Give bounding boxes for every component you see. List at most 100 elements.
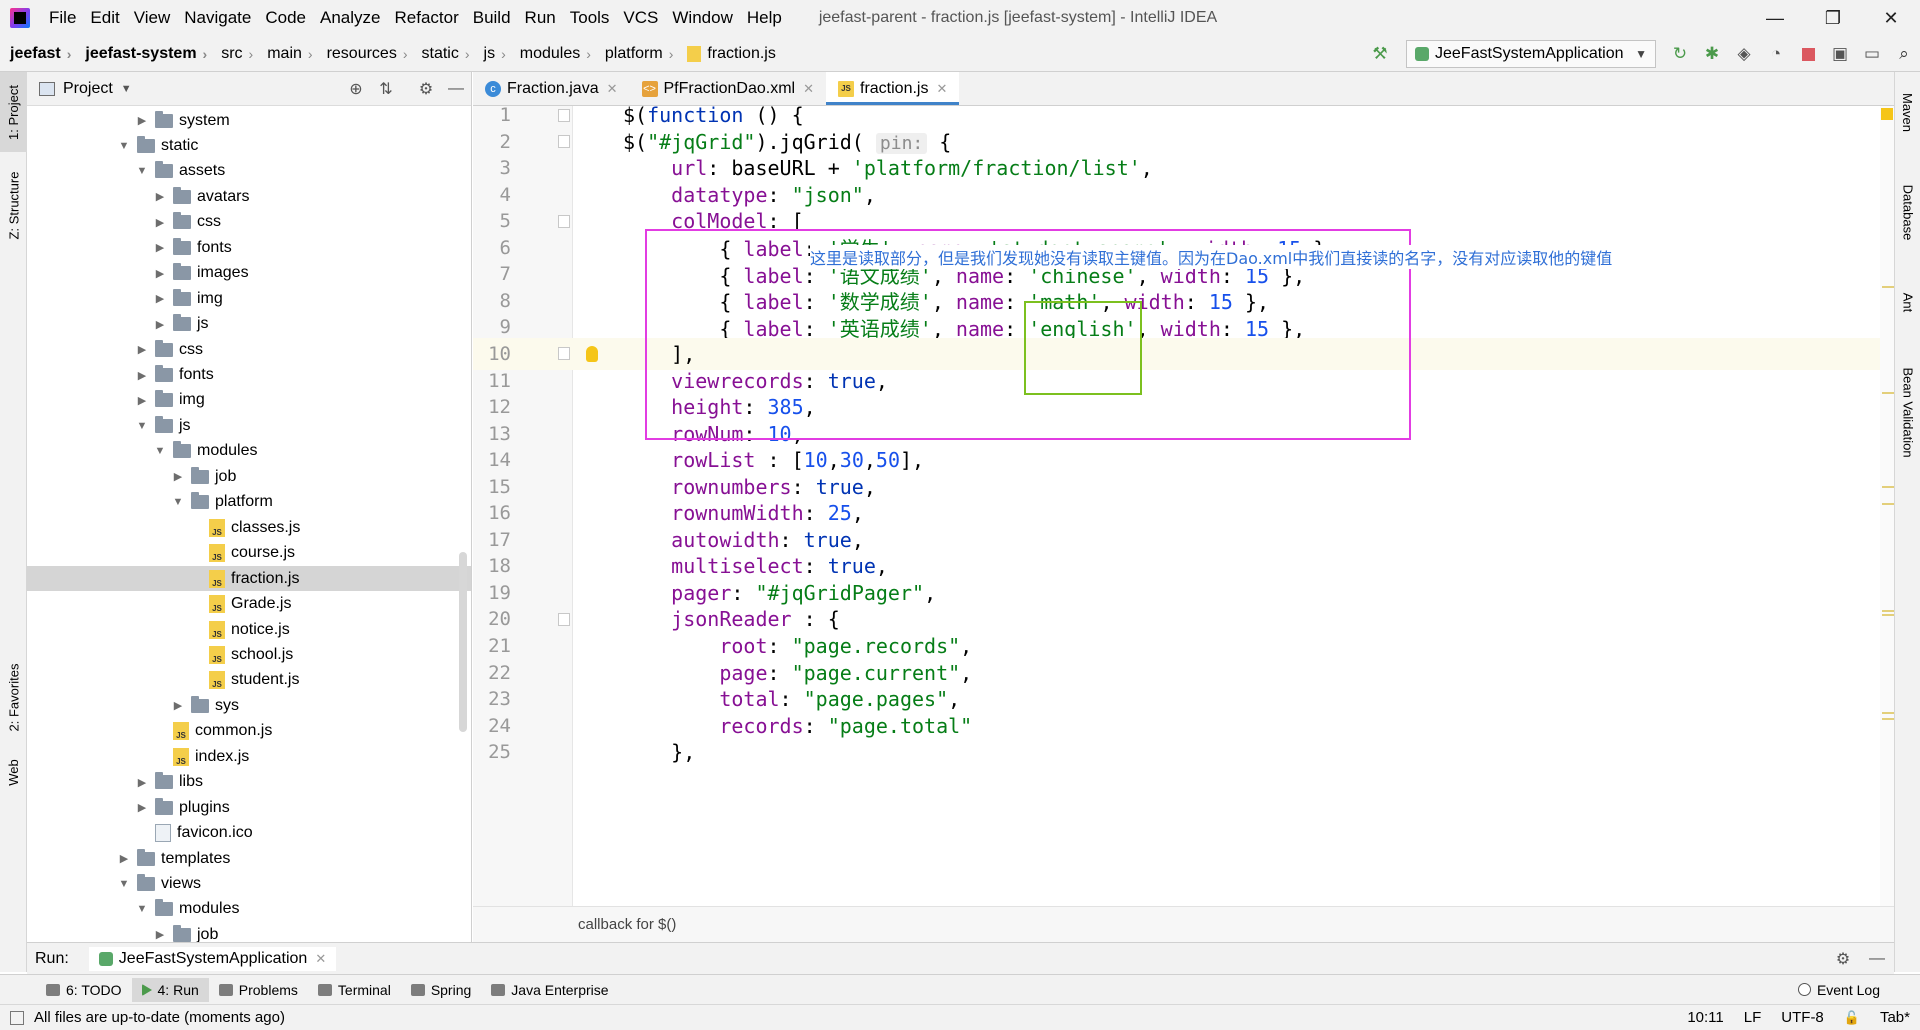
chevron-right-icon[interactable]: ▶: [153, 241, 167, 254]
profile-icon[interactable]: ◔: [1760, 38, 1792, 70]
tool-window-button[interactable]: 6: TODO: [36, 978, 132, 1002]
tree-folder[interactable]: ▶ sys: [27, 693, 471, 718]
editor-scrollbar[interactable]: [1880, 106, 1894, 906]
error-stripe-mark[interactable]: [1882, 503, 1894, 505]
tree-file[interactable]: JS Grade.js: [27, 592, 471, 617]
chevron-right-icon[interactable]: ▶: [153, 190, 167, 203]
tree-file[interactable]: JS course.js: [27, 541, 471, 566]
editor-tab[interactable]: JS fraction.js ✕: [826, 72, 960, 105]
menu-run[interactable]: Run: [518, 8, 563, 28]
bean-validation-tool-tab[interactable]: Bean Validation: [1895, 342, 1920, 482]
tool-window-button[interactable]: Java Enterprise: [481, 978, 618, 1002]
tree-folder[interactable]: ▶ job: [27, 464, 471, 489]
chevron-right-icon[interactable]: ▶: [171, 699, 185, 712]
tree-file[interactable]: JS fraction.js: [27, 566, 471, 592]
chevron-right-icon[interactable]: ▶: [171, 470, 185, 483]
chevron-down-icon[interactable]: ▼: [135, 420, 149, 432]
stop-icon[interactable]: [1792, 38, 1824, 70]
chevron-down-icon[interactable]: ▼: [153, 445, 167, 457]
error-stripe-mark[interactable]: [1882, 712, 1894, 714]
chevron-right-icon[interactable]: ▶: [135, 114, 149, 127]
close-icon[interactable]: ✕: [803, 81, 814, 97]
menu-vcs[interactable]: VCS: [616, 8, 665, 28]
layout-icon[interactable]: ▭: [1856, 38, 1888, 70]
hide-panel-icon[interactable]: —: [1860, 950, 1894, 968]
tree-folder[interactable]: ▼ modules: [27, 439, 471, 464]
close-button[interactable]: ✕: [1862, 0, 1920, 36]
tree-folder[interactable]: ▶ images: [27, 261, 471, 286]
tree-folder[interactable]: ▶ css: [27, 337, 471, 362]
tool-window-button[interactable]: Terminal: [308, 978, 401, 1002]
tree-file[interactable]: JS notice.js: [27, 617, 471, 642]
tree-folder[interactable]: ▶ js: [27, 312, 471, 337]
menu-build[interactable]: Build: [466, 8, 518, 28]
collapse-all-icon[interactable]: ⇅: [371, 79, 401, 99]
tree-file[interactable]: JS classes.js: [27, 515, 471, 540]
tree-folder[interactable]: ▶ fonts: [27, 235, 471, 260]
tree-scrollbar[interactable]: [459, 552, 467, 732]
breadcrumb-item[interactable]: resources ›: [317, 45, 412, 63]
tree-folder[interactable]: ▶ plugins: [27, 795, 471, 820]
error-stripe-mark[interactable]: [1882, 486, 1894, 488]
run-tab[interactable]: JeeFastSystemApplication ✕: [88, 946, 337, 971]
fold-marker-icon[interactable]: [558, 612, 570, 626]
favorites-tool-tab[interactable]: 2: Favorites: [0, 652, 27, 742]
code-editor[interactable]: 1 $(function () {2 $("#jqGrid").jqGrid( pi…: [473, 106, 1894, 906]
chevron-right-icon[interactable]: ▶: [153, 292, 167, 305]
warning-indicator-icon[interactable]: [1881, 108, 1893, 120]
tree-folder[interactable]: ▼ views: [27, 872, 471, 897]
chevron-right-icon[interactable]: ▶: [135, 394, 149, 407]
tree-folder[interactable]: ▶ templates: [27, 846, 471, 871]
tool-window-button[interactable]: Problems: [209, 978, 308, 1002]
chevron-right-icon[interactable]: ▶: [153, 267, 167, 280]
indent-setting[interactable]: Tab*: [1870, 1009, 1920, 1026]
fold-marker-icon[interactable]: [558, 135, 570, 149]
tool-window-button[interactable]: 4: Run: [131, 977, 209, 1002]
tree-file[interactable]: JS index.js: [27, 744, 471, 769]
tree-folder[interactable]: ▶ system: [27, 108, 471, 133]
error-stripe-mark[interactable]: [1882, 392, 1894, 394]
tree-folder[interactable]: ▼ platform: [27, 490, 471, 515]
restore-button[interactable]: ❐: [1804, 0, 1862, 36]
fold-marker-icon[interactable]: [558, 214, 570, 228]
tree-folder[interactable]: ▶ img: [27, 286, 471, 311]
tree-folder[interactable]: ▶ libs: [27, 770, 471, 795]
tree-folder[interactable]: ▶ avatars: [27, 184, 471, 209]
close-icon[interactable]: ✕: [936, 81, 947, 97]
menu-refactor[interactable]: Refactor: [387, 8, 465, 28]
debug-icon[interactable]: ✱: [1696, 38, 1728, 70]
build-hammer-icon[interactable]: ⚒: [1364, 38, 1396, 70]
locate-file-icon[interactable]: ⊕: [341, 79, 371, 99]
project-view-title[interactable]: Project: [63, 80, 113, 98]
editor-tab[interactable]: <> PfFractionDao.xml ✕: [630, 72, 827, 105]
tree-file[interactable]: JS student.js: [27, 668, 471, 693]
breadcrumb-item[interactable]: js ›: [474, 45, 510, 63]
menu-code[interactable]: Code: [258, 8, 313, 28]
web-tool-tab[interactable]: Web: [0, 747, 27, 797]
tree-folder[interactable]: ▼ js: [27, 413, 471, 438]
fold-marker-icon[interactable]: [558, 108, 570, 122]
breadcrumb-item[interactable]: modules ›: [510, 45, 595, 63]
code-line[interactable]: 25 },: [473, 736, 1894, 768]
lock-icon[interactable]: 🔓: [1834, 1010, 1870, 1026]
maven-tool-tab[interactable]: Maven: [1895, 72, 1920, 152]
close-icon[interactable]: ✕: [315, 951, 326, 967]
line-separator[interactable]: LF: [1734, 1009, 1772, 1026]
tree-file[interactable]: favicon.ico: [27, 821, 471, 846]
callback-hint[interactable]: callback for $(): [578, 916, 676, 933]
intention-bulb-icon[interactable]: [586, 345, 598, 362]
chevron-right-icon[interactable]: ▶: [135, 369, 149, 382]
chevron-right-icon[interactable]: ▶: [153, 928, 167, 941]
tree-folder[interactable]: ▶ job: [27, 922, 471, 942]
gear-icon[interactable]: ⚙: [1826, 949, 1860, 969]
menu-window[interactable]: Window: [665, 8, 739, 28]
editor-tab[interactable]: c Fraction.java ✕: [473, 72, 630, 105]
file-encoding[interactable]: UTF-8: [1771, 1009, 1834, 1026]
tree-file[interactable]: JS school.js: [27, 642, 471, 667]
close-icon[interactable]: ✕: [607, 81, 618, 97]
chevron-down-icon[interactable]: ▼: [121, 83, 132, 95]
structure-tool-tab[interactable]: Z: Structure: [0, 160, 27, 250]
run-config-select[interactable]: JeeFastSystemApplication ▼: [1406, 40, 1656, 68]
coverage-icon[interactable]: ◈: [1728, 38, 1760, 70]
tree-file[interactable]: JS common.js: [27, 719, 471, 744]
